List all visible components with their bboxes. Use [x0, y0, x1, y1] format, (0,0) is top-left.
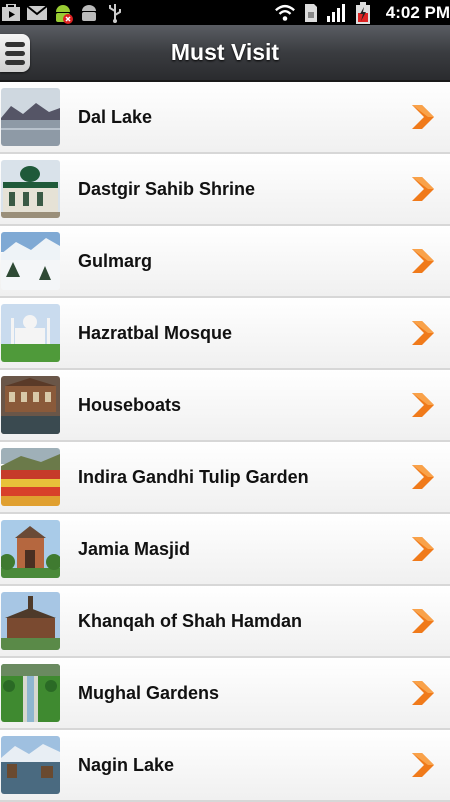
play-store-icon: [0, 2, 22, 24]
list-item[interactable]: Indira Gandhi Tulip Garden: [0, 442, 450, 514]
list-item[interactable]: Dal Lake: [0, 82, 450, 154]
dal-lake-thumbnail: [1, 88, 60, 146]
place-name: Nagin Lake: [78, 755, 175, 775]
title-bar: Must Visit: [0, 25, 450, 82]
signal-icon: [326, 2, 348, 24]
gmail-icon: [26, 2, 48, 24]
chevron-right-icon: [412, 681, 434, 705]
chevron-right-icon: [412, 249, 434, 273]
houseboats-thumbnail: [1, 376, 60, 434]
place-name: Khanqah of Shah Hamdan: [78, 611, 303, 631]
list-item[interactable]: Houseboats: [0, 370, 450, 442]
list-item[interactable]: Dastgir Sahib Shrine: [0, 154, 450, 226]
list-item[interactable]: Jamia Masjid: [0, 514, 450, 586]
gulmarg-thumbnail: [1, 232, 60, 290]
battery-icon: [352, 1, 374, 24]
sim-icon: [300, 2, 322, 24]
chevron-right-icon: [412, 609, 434, 633]
place-name: Dastgir Sahib Shrine: [78, 179, 256, 199]
list-item[interactable]: Mughal Gardens: [0, 658, 450, 730]
android-debug-icon: [52, 2, 74, 24]
list-item[interactable]: Nagin Lake: [0, 730, 450, 802]
list-item[interactable]: Khanqah of Shah Hamdan: [0, 586, 450, 658]
tulip-garden-thumbnail: [1, 448, 60, 506]
place-name: Dal Lake: [78, 107, 153, 127]
list-item[interactable]: Gulmarg: [0, 226, 450, 298]
list-item[interactable]: Hazratbal Mosque: [0, 298, 450, 370]
place-name: Houseboats: [78, 395, 182, 415]
place-name: Gulmarg: [78, 251, 153, 271]
chevron-right-icon: [412, 105, 434, 129]
place-name: Indira Gandhi Tulip Garden: [78, 467, 309, 487]
status-bar: 4:02 PM: [0, 0, 450, 25]
chevron-right-icon: [412, 393, 434, 417]
khanqah-thumbnail: [1, 592, 60, 650]
dastgir-sahib-shrine-thumbnail: [1, 160, 60, 218]
mughal-gardens-thumbnail: [1, 664, 60, 722]
place-name: Jamia Masjid: [78, 539, 191, 559]
place-name: Mughal Gardens: [78, 683, 220, 703]
nagin-lake-thumbnail: [1, 736, 60, 794]
places-list: Dal Lake Dastgir Sahib Shrine Gulmarg Ha…: [0, 82, 450, 802]
hazratbal-mosque-thumbnail: [1, 304, 60, 362]
page-title: Must Visit: [170, 39, 280, 65]
chevron-right-icon: [412, 321, 434, 345]
wifi-icon: [274, 2, 296, 24]
chevron-right-icon: [412, 177, 434, 201]
android-icon: [78, 2, 100, 24]
clock: 4:02 PM: [385, 2, 450, 22]
chevron-right-icon: [412, 537, 434, 561]
place-name: Hazratbal Mosque: [78, 323, 233, 343]
jamia-masjid-thumbnail: [1, 520, 60, 578]
usb-icon: [104, 2, 126, 24]
chevron-right-icon: [412, 753, 434, 777]
chevron-right-icon: [412, 465, 434, 489]
